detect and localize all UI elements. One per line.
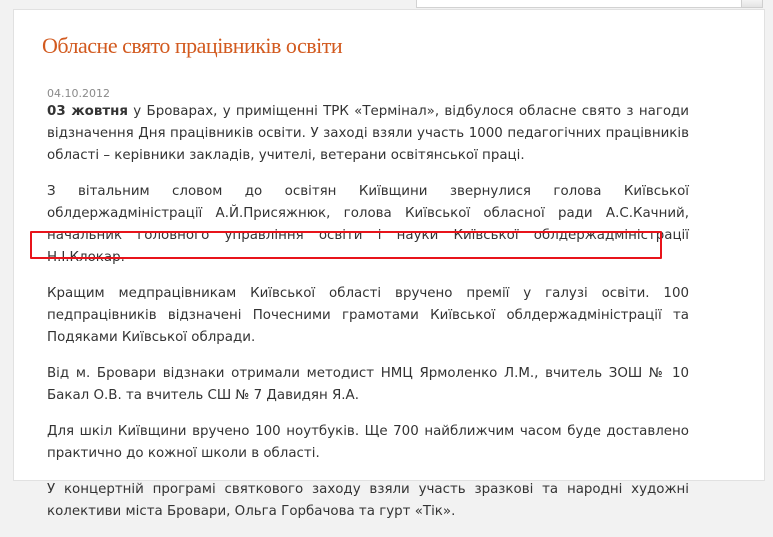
- lead-date-bold: 03 жовтня: [47, 104, 128, 119]
- article-date: 04.10.2012: [47, 87, 110, 100]
- article-paragraph-lead: 03 жовтня у Броварах, у приміщенні ТРК «…: [47, 101, 689, 167]
- lead-text: у Броварах, у приміщенні ТРК «Термінал»,…: [47, 104, 690, 163]
- top-bar: [0, 0, 773, 9]
- article-paragraph: Від м. Бровари відзнаки отримали методис…: [47, 366, 689, 403]
- article-paragraph: У концертній програмі святкового заходу …: [47, 482, 689, 519]
- article-paragraph: Для шкіл Київщини вручено 100 ноутбуків.…: [47, 424, 689, 461]
- search-button[interactable]: [741, 0, 763, 8]
- search-input[interactable]: [416, 0, 743, 8]
- highlight-box: [30, 231, 662, 259]
- article-title: Обласне свято працівників освіти: [42, 33, 343, 58]
- article-paragraph-highlighted: Кращим медпрацівникам Київської області …: [47, 286, 689, 345]
- article-body: 03 жовтня у Броварах, у приміщенні ТРК «…: [47, 101, 689, 537]
